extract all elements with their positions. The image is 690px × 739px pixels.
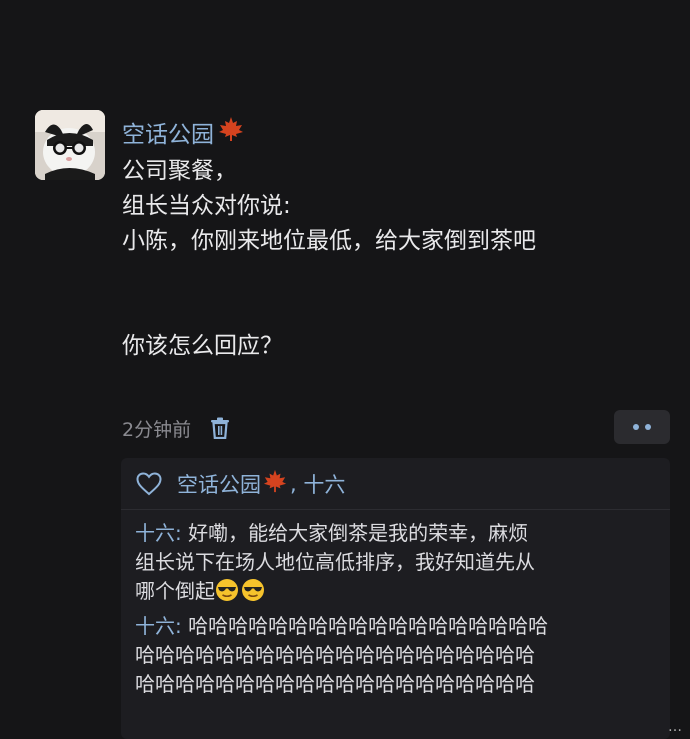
liker-name[interactable]: 空话公园 xyxy=(177,469,261,499)
likers: 空话公园 , 十六 xyxy=(177,469,345,499)
post-text: 公司聚餐， 组长当众对你说: 小陈，你刚来地位最低，给大家倒到茶吧 你该怎么回应… xyxy=(122,154,677,364)
post-author-name[interactable]: 空话公园 xyxy=(122,115,214,149)
post-line: 公司聚餐， xyxy=(122,158,237,184)
post-meta: 2分钟前 xyxy=(122,408,670,448)
maple-leaf-icon xyxy=(263,469,287,498)
comment-section: 空话公园 , 十六 十六: 好嘞，能给大家倒茶是我的荣幸，麻烦 组长说下在场人地… xyxy=(121,458,670,739)
post-time: 2分钟前 xyxy=(122,418,192,441)
comment-text: 哪个倒起 xyxy=(135,579,215,603)
sunglasses-emoji-icon xyxy=(241,578,265,602)
comment-line: 哈哈哈哈哈哈哈哈哈哈哈哈哈哈哈哈哈哈哈哈 xyxy=(135,643,535,667)
cat-avatar-image xyxy=(35,110,105,180)
comment-text: 好嘞，能给大家倒茶是我的荣幸，麻烦 xyxy=(181,521,529,545)
comment-line: 哪个倒起 xyxy=(135,577,660,606)
trash-icon[interactable] xyxy=(207,415,233,441)
comment-text: 哈哈哈哈哈哈哈哈哈哈哈哈哈哈哈哈哈哈 xyxy=(181,614,549,638)
maple-leaf-icon xyxy=(218,116,244,148)
comment-line: 哈哈哈哈哈哈哈哈哈哈哈哈哈哈哈哈哈哈哈哈 xyxy=(135,672,535,696)
heart-icon[interactable] xyxy=(135,470,163,498)
liker-name[interactable]: 十六 xyxy=(303,469,345,499)
more-options-button[interactable] xyxy=(614,410,670,444)
likes-row: 空话公园 , 十六 xyxy=(121,458,670,510)
post-line: 组长当众对你说: xyxy=(122,193,291,219)
comment: 十六: 好嘞，能给大家倒茶是我的荣幸，麻烦 组长说下在场人地位高低排序，我好知道… xyxy=(121,519,670,606)
comment: 十六: 哈哈哈哈哈哈哈哈哈哈哈哈哈哈哈哈哈哈 哈哈哈哈哈哈哈哈哈哈哈哈哈哈哈哈哈… xyxy=(121,612,670,699)
post-line: 你该怎么回应？ xyxy=(122,333,283,359)
watermark: … xyxy=(668,719,682,735)
post-content: 空话公园 公司聚餐， 组长当众对你说: 小陈，你刚来地位最低，给大家倒到茶吧 你… xyxy=(122,112,677,364)
avatar[interactable] xyxy=(35,110,105,180)
post-line: 小陈，你刚来地位最低，给大家倒到茶吧 xyxy=(122,228,536,254)
dot xyxy=(645,424,651,430)
comment-author[interactable]: 十六: xyxy=(135,521,182,545)
dot xyxy=(633,424,639,430)
comment-line: 十六: 哈哈哈哈哈哈哈哈哈哈哈哈哈哈哈哈哈哈 xyxy=(135,612,660,641)
comment-author[interactable]: 十六: xyxy=(135,614,182,638)
comment-line: 十六: 好嘞，能给大家倒茶是我的荣幸，麻烦 xyxy=(135,519,660,548)
liker-separator: , xyxy=(290,471,304,496)
post-author[interactable]: 空话公园 xyxy=(122,112,677,152)
post-screen: 空话公园 公司聚餐， 组长当众对你说: 小陈，你刚来地位最低，给大家倒到茶吧 你… xyxy=(0,0,690,739)
sunglasses-emoji-icon xyxy=(215,578,239,602)
comment-line: 组长说下在场人地位高低排序，我好知道先从 xyxy=(135,550,535,574)
